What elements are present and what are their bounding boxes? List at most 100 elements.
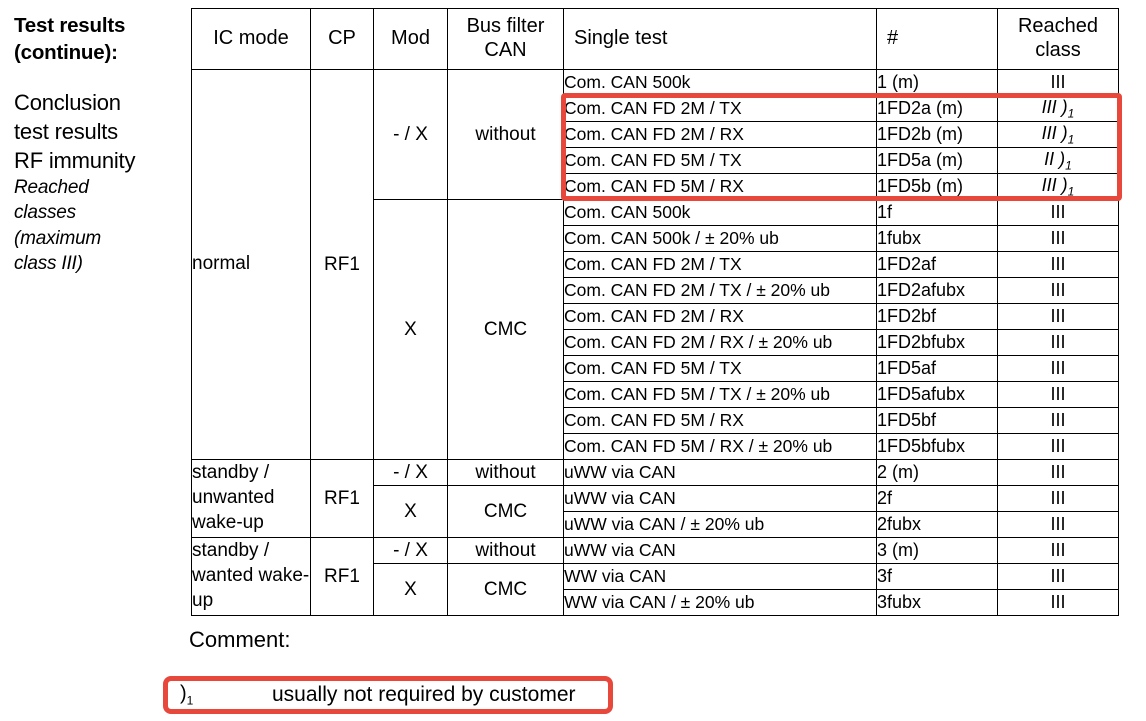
reached-class-value: III [1041,122,1062,143]
cell-reached-class: III [997,537,1119,564]
cell-reached-class: II )1 [997,147,1119,174]
cell-single-test: Com. CAN FD 5M / RX / ± 20% ub [563,433,877,460]
caption-title-line-2: (continue): [14,41,118,65]
cell-reached-class: III [997,485,1119,512]
caption-italic-line-3: (maximum [14,227,102,249]
cell-mod: - / X [373,537,448,564]
cell-number: 1FD5bfubx [876,433,998,460]
cell-reached-class: III [997,459,1119,486]
cell-number: 1FD2a (m) [876,95,998,122]
cell-number: 1fubx [876,225,998,252]
cell-cp: RF1 [310,537,374,616]
cell-number: 1FD2bf [876,303,998,330]
cell-bus-filter: CMC [447,199,564,460]
table-row: normal RF1- / Xwithout Com. CAN 500k 1 (m) I… [191,69,1119,460]
reached-class-footnote-marker: )1 [1061,96,1075,121]
caption-subtitle: Conclusion test results RF immunity [14,88,186,175]
cell-number: 1FD5bf [876,407,998,434]
cell-cp: RF1 [310,69,374,460]
cell-number: 3fubx [876,589,998,616]
left-caption-column: Test results (continue): Conclusion test… [14,12,186,276]
cell-number: 1 (m) [876,69,998,96]
cell-single-test: uWW via CAN [563,537,877,564]
caption-subtitle-line-3: RF immunity [14,148,136,174]
cell-mod: X [373,199,448,460]
cell-single-test: WW via CAN / ± 20% ub [563,589,877,616]
comment-box: )1 usually not required by customer [163,676,613,714]
table-row: standby / unwanted wake-up RF1- / Xwithou… [191,459,1119,538]
caption-subtitle-line-1: Conclusion [14,90,121,116]
caption-italic-line-2: classes [14,202,76,224]
cell-reached-class: III [997,433,1119,460]
cell-reached-class: III [997,355,1119,382]
cell-number: 2 (m) [876,459,998,486]
comment-inner: )1 usually not required by customer [168,681,608,709]
column-header-number: # [876,8,998,70]
cell-number: 1FD5b (m) [876,173,998,200]
column-header-ic-mode: IC mode [191,8,311,70]
column-header-reached-class: Reached class [997,8,1119,70]
cell-reached-class: III [997,381,1119,408]
cell-reached-class: III [997,329,1119,356]
cell-number: 3 (m) [876,537,998,564]
comment-label: Comment: [189,627,291,652]
cell-ic-mode: standby / unwanted wake-up [191,459,311,538]
cell-bus-filter: without [447,459,564,486]
cell-reached-class: III [997,589,1119,616]
cell-single-test: Com. CAN 500k [563,199,877,226]
cell-reached-class: III [997,69,1119,96]
cell-single-test: uWW via CAN / ± 20% ub [563,511,877,538]
column-header-single-test: Single test [563,8,877,70]
cell-ic-mode: normal [191,69,311,460]
cell-bus-filter: CMC [447,563,564,616]
cell-single-test: Com. CAN FD 2M / RX [563,303,877,330]
caption-italic-line-4: class III) [14,252,83,274]
column-header-bus-filter: Bus filter CAN [447,8,564,70]
table-row: standby / wanted wake-up RF1- / Xwithout u… [191,537,1119,616]
cell-bus-filter: CMC [447,485,564,538]
cell-number: 3f [876,563,998,590]
cell-single-test: Com. CAN FD 5M / RX [563,173,877,200]
cell-reached-class: III )1 [997,173,1119,200]
cell-number: 1FD5af [876,355,998,382]
reached-class-footnote-marker: )1 [1061,122,1075,147]
cell-ic-mode: standby / wanted wake-up [191,537,311,616]
comment-text: usually not required by customer [272,683,576,706]
table-header-row: IC mode CP Mod Bus filter CAN Single tes… [191,8,1119,70]
cell-mod: X [373,563,448,616]
cell-reached-class: III [997,251,1119,278]
reached-class-value: III [1041,174,1062,195]
cell-number: 2f [876,485,998,512]
cell-mod: - / X [373,69,448,200]
cell-cp: RF1 [310,459,374,538]
cell-single-test: Com. CAN 500k [563,69,877,96]
cell-reached-class: III [997,225,1119,252]
comment-marker: )1 [180,682,194,708]
column-header-mod: Mod [373,8,448,70]
cell-number: 1FD2afubx [876,277,998,304]
cell-single-test: Com. CAN FD 2M / RX / ± 20% ub [563,329,877,356]
cell-reached-class: III [997,277,1119,304]
cell-single-test: Com. CAN FD 2M / RX [563,121,877,148]
cell-bus-filter: without [447,537,564,564]
cell-single-test: Com. CAN FD 2M / TX [563,95,877,122]
cell-number: 2fubx [876,511,998,538]
cell-single-test: Com. CAN FD 5M / TX / ± 20% ub [563,381,877,408]
cell-single-test: Com. CAN 500k / ± 20% ub [563,225,877,252]
cell-number: 1f [876,199,998,226]
cell-single-test: Com. CAN FD 5M / RX [563,407,877,434]
cell-single-test: uWW via CAN [563,459,877,486]
reached-class-value: II [1044,148,1060,169]
cell-reached-class: III )1 [997,121,1119,148]
table-body: normal RF1- / Xwithout Com. CAN 500k 1 (m) I… [191,69,1119,616]
cell-number: 1FD2bfubx [876,329,998,356]
cell-reached-class: III [997,511,1119,538]
cell-number: 1FD2b (m) [876,121,998,148]
cell-reached-class: III [997,199,1119,226]
column-header-cp: CP [310,8,374,70]
reached-class-footnote-marker: )1 [1059,148,1072,173]
caption-title-line-1: Test results [14,14,126,37]
cell-reached-class: III [997,407,1119,434]
cell-single-test: Com. CAN FD 5M / TX [563,355,877,382]
caption-title: Test results (continue): [14,12,186,66]
